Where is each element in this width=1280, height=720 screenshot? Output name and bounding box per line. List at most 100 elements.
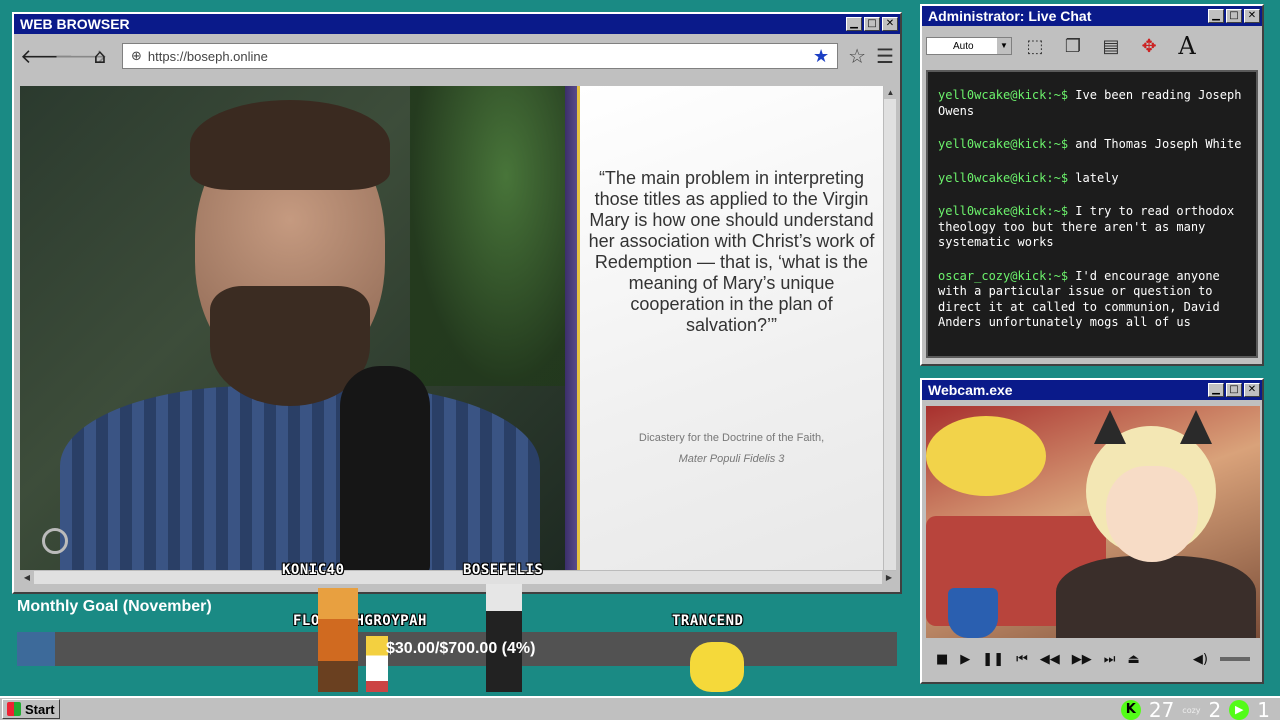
skip-forward-icon[interactable]: ⏭ bbox=[1104, 652, 1116, 667]
goal-progress-fill bbox=[17, 632, 55, 666]
chat-log[interactable]: yell0wcake@kick:~$ Ive been reading Jose… bbox=[926, 70, 1258, 358]
sprite-name: KONIC40 bbox=[282, 562, 345, 578]
person-shirt bbox=[60, 386, 540, 570]
dropdown-icon[interactable]: ▼ bbox=[997, 38, 1011, 54]
back-icon[interactable]: 🡐 bbox=[20, 44, 74, 68]
person-hair bbox=[190, 100, 390, 190]
third-count: 1 bbox=[1257, 698, 1270, 720]
browser-window: WEB BROWSER ▁ □ ✕ 🡐 🡒 ⌂ ⊕ https://boseph… bbox=[12, 12, 902, 594]
taskbar: Start K 27 cozy 2 ▶ 1 bbox=[0, 696, 1280, 720]
forward-icon[interactable]: 🡒 bbox=[54, 44, 108, 68]
play-icon[interactable]: ▶ bbox=[960, 652, 970, 667]
second-count: 2 bbox=[1208, 698, 1222, 720]
goal-label: Monthly Goal (November) bbox=[17, 598, 212, 615]
chat-titlebar[interactable]: Administrator: Live Chat ▁ □ ✕ bbox=[922, 6, 1262, 26]
start-label: Start bbox=[25, 701, 55, 717]
start-button[interactable]: Start bbox=[2, 699, 60, 719]
page-viewport: “The main problem in interpreting those … bbox=[20, 86, 896, 570]
quote-citation: Dicastery for the Doctrine of the Faith, bbox=[638, 432, 825, 444]
play-circle-icon: ▶ bbox=[1229, 700, 1250, 720]
favorite-icon[interactable]: ☆ bbox=[848, 44, 866, 68]
chat-window: Administrator: Live Chat ▁ □ ✕ Auto ▼ ⬚ … bbox=[920, 4, 1264, 366]
maximize-button[interactable]: □ bbox=[1226, 9, 1242, 23]
browser-titlebar[interactable]: WEB BROWSER ▁ □ ✕ bbox=[14, 14, 900, 34]
video-feed bbox=[20, 86, 565, 570]
sprite-name: BOSEFELIS bbox=[463, 562, 544, 578]
sprite-character bbox=[366, 636, 388, 692]
kick-icon: K bbox=[1120, 700, 1141, 720]
windows-logo-icon bbox=[7, 702, 21, 716]
close-button[interactable]: ✕ bbox=[1244, 9, 1260, 23]
eject-icon[interactable]: ⏏ bbox=[1128, 652, 1140, 667]
select-icon[interactable]: ⬚ bbox=[1020, 31, 1050, 61]
chat-title: Administrator: Live Chat bbox=[928, 8, 1092, 24]
menu-icon[interactable]: ☰ bbox=[876, 44, 894, 68]
move-icon[interactable]: ✥ bbox=[1134, 31, 1164, 61]
minimize-button[interactable]: ▁ bbox=[1208, 383, 1224, 397]
cat-ear-icon bbox=[1180, 410, 1212, 444]
close-button[interactable]: ✕ bbox=[1244, 383, 1260, 397]
stop-icon[interactable]: ■ bbox=[936, 652, 948, 667]
pillow-image bbox=[926, 416, 1046, 496]
sprite-character bbox=[318, 588, 358, 692]
slide-divider bbox=[565, 86, 577, 570]
font-icon[interactable]: A bbox=[1172, 31, 1202, 61]
scroll-left-icon[interactable]: ◀ bbox=[20, 571, 34, 584]
quote-text: “The main problem in interpreting those … bbox=[588, 168, 875, 335]
avatar-face bbox=[1106, 466, 1198, 562]
channel-logo-icon bbox=[42, 528, 68, 554]
font-size-select[interactable]: Auto ▼ bbox=[926, 37, 1012, 55]
vertical-scrollbar[interactable]: ▲ bbox=[883, 86, 896, 570]
volume-slider[interactable] bbox=[1220, 657, 1250, 661]
avatar-body bbox=[1056, 556, 1256, 638]
rewind-icon[interactable]: ◀◀ bbox=[1040, 652, 1060, 667]
chat-message: oscar_cozy@kick:~$ I'd encourage anyone … bbox=[938, 268, 1220, 330]
webcam-window: Webcam.exe ▁ □ ✕ ■ ▶ ❚❚ ⏮ ◀◀ ▶▶ ⏭ ⏏ ◀) bbox=[920, 378, 1264, 684]
close-button[interactable]: ✕ bbox=[882, 17, 898, 31]
globe-icon: ⊕ bbox=[131, 48, 142, 64]
sprite-name: FLORIDAHGROYPAH bbox=[293, 613, 427, 629]
horizontal-scrollbar[interactable]: ◀ ▶ bbox=[20, 570, 896, 584]
sprite-character bbox=[486, 584, 522, 692]
chat-message: yell0wcake@kick:~$ lately bbox=[938, 170, 1119, 185]
quote-slide: “The main problem in interpreting those … bbox=[580, 86, 883, 570]
copy-icon[interactable]: ❐ bbox=[1058, 31, 1088, 61]
paste-icon[interactable]: ▤ bbox=[1096, 31, 1126, 61]
url-text[interactable]: https://boseph.online bbox=[148, 49, 807, 64]
pikachu-sprite bbox=[690, 642, 744, 692]
webcam-title: Webcam.exe bbox=[928, 382, 1013, 398]
fast-forward-icon[interactable]: ▶▶ bbox=[1072, 652, 1092, 667]
kick-viewer-count: 27 bbox=[1148, 698, 1175, 720]
scroll-right-icon[interactable]: ▶ bbox=[882, 571, 896, 584]
font-size-value: Auto bbox=[953, 40, 974, 52]
browser-navbar: 🡐 🡒 ⌂ ⊕ https://boseph.online ★ ☆ ☰ bbox=[14, 34, 900, 78]
minimize-button[interactable]: ▁ bbox=[1208, 9, 1224, 23]
webcam-titlebar[interactable]: Webcam.exe ▁ □ ✕ bbox=[922, 380, 1262, 400]
maximize-button[interactable]: □ bbox=[1226, 383, 1242, 397]
plant-image bbox=[410, 86, 565, 386]
address-bar[interactable]: ⊕ https://boseph.online ★ bbox=[122, 43, 839, 69]
home-icon[interactable]: ⌂ bbox=[88, 44, 112, 68]
browser-title: WEB BROWSER bbox=[20, 16, 130, 32]
goal-amount: $30.00/$700.00 (4%) bbox=[386, 640, 536, 657]
cozy-label: cozy bbox=[1182, 705, 1201, 715]
cup-image bbox=[948, 588, 998, 638]
scroll-up-icon[interactable]: ▲ bbox=[884, 86, 896, 99]
media-controls: ■ ▶ ❚❚ ⏮ ◀◀ ▶▶ ⏭ ⏏ ◀) bbox=[926, 644, 1260, 674]
bookmark-star-icon[interactable]: ★ bbox=[813, 46, 829, 67]
skip-back-icon[interactable]: ⏮ bbox=[1016, 652, 1028, 667]
microphone-image bbox=[340, 366, 430, 570]
chat-message: yell0wcake@kick:~$ and Thomas Joseph Whi… bbox=[938, 137, 1242, 151]
webcam-view bbox=[926, 406, 1260, 638]
sprite-name: TRANCEND bbox=[672, 613, 744, 629]
system-tray: K 27 cozy 2 ▶ 1 bbox=[1120, 698, 1270, 720]
quote-source: Mater Populi Fidelis 3 bbox=[678, 453, 785, 465]
minimize-button[interactable]: ▁ bbox=[846, 17, 862, 31]
chat-toolbar: Auto ▼ ⬚ ❐ ▤ ✥ A bbox=[922, 26, 1262, 66]
cat-ear-icon bbox=[1094, 410, 1126, 444]
volume-icon[interactable]: ◀) bbox=[1193, 652, 1208, 667]
maximize-button[interactable]: □ bbox=[864, 17, 880, 31]
pause-icon[interactable]: ❚❚ bbox=[982, 652, 1004, 667]
chat-message: yell0wcake@kick:~$ Ive been reading Jose… bbox=[938, 88, 1242, 118]
chat-message: yell0wcake@kick:~$ I try to read orthodo… bbox=[938, 204, 1235, 249]
